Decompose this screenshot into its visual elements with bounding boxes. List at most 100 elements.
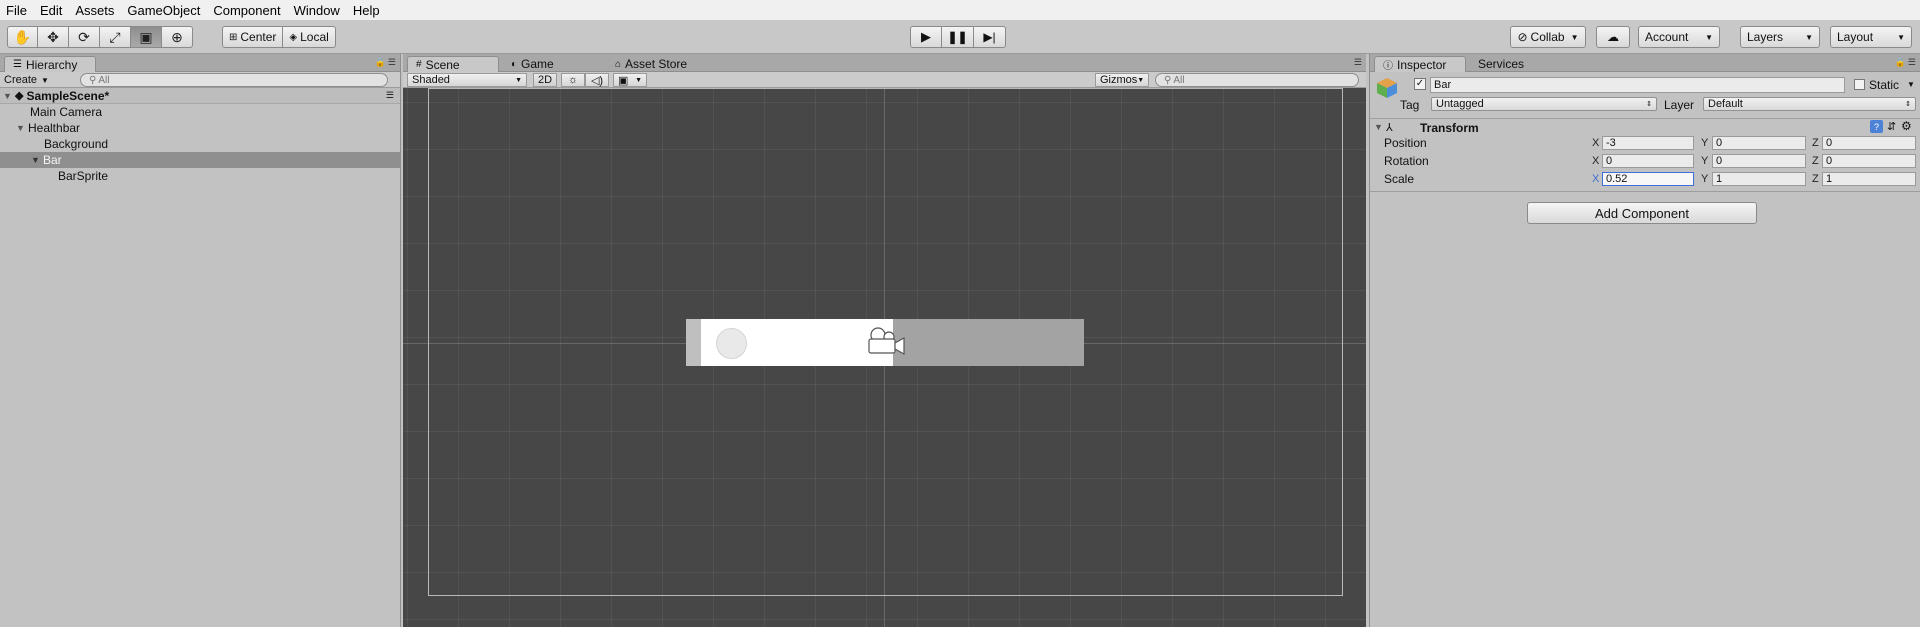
position-x-axis-label[interactable]: X xyxy=(1592,137,1599,149)
menu-edit[interactable]: Edit xyxy=(40,3,62,18)
pivot-icon: ⊞ xyxy=(229,31,238,43)
hierarchy-item-background[interactable]: Background xyxy=(0,136,400,152)
position-y-field[interactable]: 0 xyxy=(1712,136,1806,150)
panel-menu-icon[interactable]: ☰ xyxy=(1354,57,1362,68)
scene-row[interactable]: ▼ ◆ SampleScene* ☰ xyxy=(0,88,400,104)
help-book-icon[interactable]: ? xyxy=(1870,120,1883,133)
item-label: Background xyxy=(44,137,109,151)
rect-tool-button[interactable]: ▣ xyxy=(131,26,162,48)
hierarchy-item-main-camera[interactable]: Main Camera xyxy=(0,104,400,120)
speaker-icon: ◁) xyxy=(590,74,604,87)
scale-x-axis-label[interactable]: X xyxy=(1592,173,1599,185)
scene-viewport[interactable] xyxy=(403,88,1366,627)
menu-window[interactable]: Window xyxy=(294,3,340,18)
cloud-button[interactable]: ☁ xyxy=(1596,26,1630,48)
tab-hierarchy[interactable]: ☰ Hierarchy xyxy=(4,56,96,72)
rotation-x-axis-label[interactable]: X xyxy=(1592,155,1599,167)
expand-arrow-icon[interactable]: ▼ xyxy=(1374,122,1386,132)
panel-menu-icon[interactable]: ☰ xyxy=(1908,57,1916,68)
static-checkbox[interactable] xyxy=(1854,79,1865,90)
gear-icon[interactable]: ⚙ xyxy=(1901,119,1912,133)
scene-search-input[interactable]: ⚲ All xyxy=(1155,73,1359,87)
scale-y-field[interactable]: 1 xyxy=(1712,172,1806,186)
step-button[interactable]: ▶| xyxy=(974,26,1006,48)
add-component-button[interactable]: Add Component xyxy=(1527,202,1757,224)
cloud-icon: ☁ xyxy=(1607,30,1619,44)
move-tool-button[interactable]: ✥ xyxy=(38,26,69,48)
tag-dropdown[interactable]: Untagged ⇕ xyxy=(1431,97,1657,111)
menu-gameobject[interactable]: GameObject xyxy=(127,3,200,18)
rotation-z-axis-label[interactable]: Z xyxy=(1812,155,1819,167)
menu-component[interactable]: Component xyxy=(213,3,280,18)
transform-header[interactable]: ▼ ⅄ Transform ? ⇵ ⚙ xyxy=(1370,119,1920,136)
lighting-toggle[interactable]: ☼ xyxy=(561,73,585,87)
info-icon: ⓘ xyxy=(1383,61,1393,72)
layers-dropdown[interactable]: Layers ▼ xyxy=(1740,26,1820,48)
expand-arrow-icon[interactable]: ▼ xyxy=(3,91,15,101)
object-name-field[interactable]: Bar xyxy=(1430,77,1845,93)
active-checkbox[interactable]: ✓ xyxy=(1414,78,1426,90)
tab-inspector[interactable]: ⓘ Inspector xyxy=(1374,56,1466,72)
transform-icon: ⊕ xyxy=(171,28,183,45)
hierarchy-item-healthbar[interactable]: ▼ Healthbar xyxy=(0,120,400,136)
position-y-axis-label[interactable]: Y xyxy=(1701,137,1708,149)
position-z-field[interactable]: 0 xyxy=(1822,136,1916,150)
gizmos-dropdown[interactable]: Gizmos ▼ xyxy=(1095,73,1149,87)
item-label: Bar xyxy=(43,153,62,167)
rotation-x-field[interactable]: 0 xyxy=(1602,154,1694,168)
tab-scene[interactable]: # Scene xyxy=(407,56,499,72)
lock-icon[interactable]: 🔒 xyxy=(375,57,386,68)
gamepad-icon: ◐ xyxy=(511,58,518,70)
scale-y-axis-label[interactable]: Y xyxy=(1701,173,1708,185)
rotation-y-field[interactable]: 0 xyxy=(1712,154,1806,168)
layout-dropdown[interactable]: Layout ▼ xyxy=(1830,26,1912,48)
expand-arrow-icon[interactable]: ▼ xyxy=(16,123,28,133)
scale-z-value: 1 xyxy=(1826,173,1833,185)
position-z-value: 0 xyxy=(1826,137,1833,149)
layer-dropdown[interactable]: Default ⇕ xyxy=(1703,97,1916,111)
tab-asset-store[interactable]: ⌂ Asset Store xyxy=(607,56,695,72)
pivot-center-button[interactable]: ⊞ Center xyxy=(222,26,284,48)
collab-dropdown[interactable]: ⊘ Collab ▼ xyxy=(1510,26,1586,48)
grid-icon: # xyxy=(416,59,422,70)
scale-z-axis-label[interactable]: Z xyxy=(1812,173,1819,185)
menu-file[interactable]: File xyxy=(6,3,27,18)
rotate-tool-button[interactable]: ⟳ xyxy=(69,26,100,48)
panel-menu-icon[interactable]: ☰ xyxy=(388,57,396,68)
hierarchy-item-barsprite[interactable]: BarSprite xyxy=(0,168,400,184)
account-dropdown[interactable]: Account ▼ xyxy=(1638,26,1720,48)
scene-menu-icon[interactable]: ☰ xyxy=(386,90,394,101)
rotation-z-field[interactable]: 0 xyxy=(1822,154,1916,168)
hand-tool-button[interactable]: ✋ xyxy=(7,26,38,48)
hierarchy-item-bar[interactable]: ▼ Bar xyxy=(0,152,400,168)
space-local-button[interactable]: ◈ Local xyxy=(283,26,336,48)
preset-icon[interactable]: ⇵ xyxy=(1887,120,1896,133)
create-dropdown[interactable]: Create ▼ xyxy=(4,73,49,87)
menu-help[interactable]: Help xyxy=(353,3,380,18)
audio-toggle[interactable]: ◁) xyxy=(585,73,609,87)
scale-tool-button[interactable]: ⤢ xyxy=(100,26,131,48)
position-z-axis-label[interactable]: Z xyxy=(1812,137,1819,149)
chevron-down-icon[interactable]: ▼ xyxy=(1907,80,1915,89)
transform-tool-button[interactable]: ⊕ xyxy=(162,26,193,48)
tab-scene-label: Scene xyxy=(425,57,460,72)
camera-icon[interactable] xyxy=(862,324,908,360)
tab-services[interactable]: Services xyxy=(1470,56,1532,72)
mode-2d-toggle[interactable]: 2D xyxy=(533,73,557,87)
transform-divider xyxy=(1370,191,1920,192)
lock-icon[interactable]: 🔒 xyxy=(1895,57,1906,68)
inspector-panel: ⓘ Inspector Services 🔒 ☰ ✓ Bar Static ▼ T… xyxy=(1369,54,1920,627)
position-x-field[interactable]: -3 xyxy=(1602,136,1694,150)
pause-button[interactable]: ❚❚ xyxy=(942,26,974,48)
menu-assets[interactable]: Assets xyxy=(75,3,114,18)
scale-z-field[interactable]: 1 xyxy=(1822,172,1916,186)
expand-arrow-icon[interactable]: ▼ xyxy=(31,155,43,165)
sun-icon: ☼ xyxy=(567,74,579,86)
tab-game[interactable]: ◐ Game xyxy=(503,56,562,72)
effects-dropdown[interactable]: ▣ ▼ xyxy=(613,73,647,87)
scale-x-field[interactable]: 0.52 xyxy=(1602,172,1694,186)
rotation-y-axis-label[interactable]: Y xyxy=(1701,155,1708,167)
play-button[interactable]: ▶ xyxy=(910,26,942,48)
shading-mode-dropdown[interactable]: Shaded ▼ xyxy=(407,73,527,87)
hierarchy-search-input[interactable]: ⚲ All xyxy=(80,73,388,87)
